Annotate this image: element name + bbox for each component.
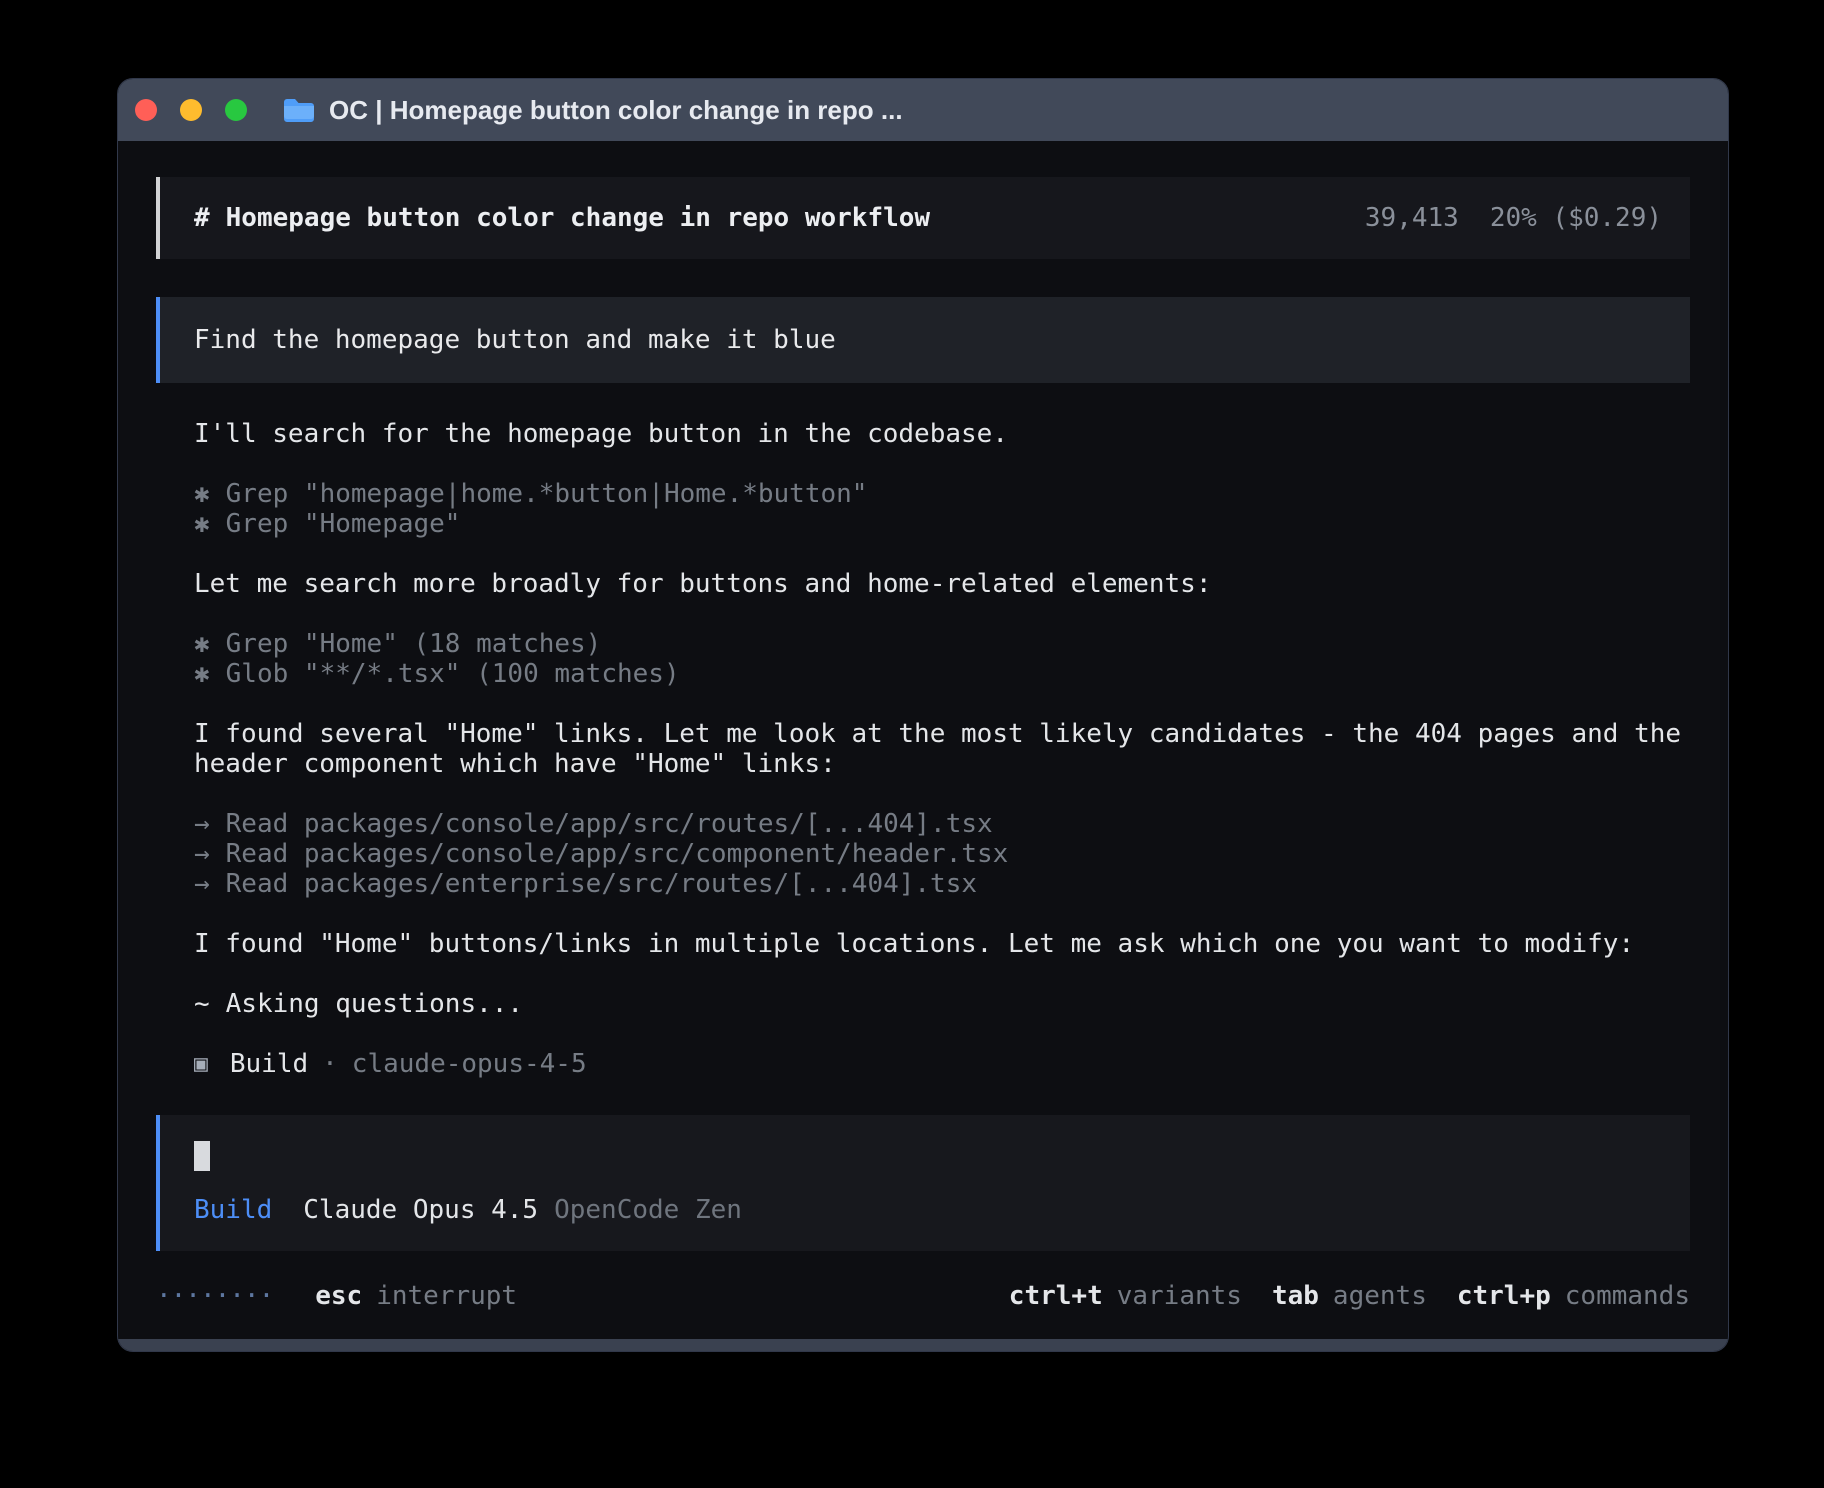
assistant-text: Let me search more broadly for buttons a…	[194, 569, 1690, 599]
input-provider-label: OpenCode Zen	[554, 1195, 742, 1225]
tool-asterisk-icon: ✱	[194, 659, 210, 689]
tool-asterisk-icon: ✱	[194, 629, 210, 659]
session-title: # Homepage button color change in repo wo…	[194, 203, 930, 233]
user-message: Find the homepage button and make it blu…	[156, 297, 1690, 383]
prompt-input[interactable]: Build Claude Opus 4.5 OpenCode Zen	[156, 1115, 1690, 1251]
tool-call-glob: ✱Glob "**/*.tsx" (100 matches)	[194, 659, 1690, 689]
agent-name: Build	[230, 1049, 308, 1079]
separator-dot: ·	[322, 1049, 338, 1079]
arrow-right-icon: →	[194, 839, 210, 869]
tool-call-grep: ✱Grep "Home" (18 matches)	[194, 629, 1690, 659]
close-button[interactable]	[135, 99, 157, 121]
token-count: 39,413	[1365, 203, 1459, 233]
zoom-button[interactable]	[225, 99, 247, 121]
keybind-agents: tabagents	[1272, 1281, 1427, 1311]
session-header: # Homepage button color change in repo wo…	[156, 177, 1690, 259]
user-message-text: Find the homepage button and make it blu…	[194, 325, 836, 355]
session-meta: 39,413 20% ($0.29)	[1365, 203, 1662, 233]
statusbar: ········ escinterrupt ctrl+tvariants tab…	[156, 1281, 1690, 1311]
terminal-content: # Homepage button color change in repo wo…	[118, 141, 1728, 1311]
agent-square-icon: ▣	[194, 1049, 208, 1079]
status-asking-questions: ~Asking questions...	[194, 989, 1690, 1019]
input-meta: Build Claude Opus 4.5 OpenCode Zen	[194, 1195, 1662, 1225]
keybind-commands: ctrl+pcommands	[1457, 1281, 1690, 1311]
tool-call-read: →Read packages/console/app/src/component…	[194, 839, 1690, 869]
keybind-variants: ctrl+tvariants	[1009, 1281, 1242, 1311]
assistant-text: I'll search for the homepage button in t…	[194, 419, 1690, 449]
minimize-button[interactable]	[180, 99, 202, 121]
tilde-icon: ~	[194, 989, 210, 1019]
input-model-label: Claude Opus 4.5	[303, 1195, 538, 1225]
agent-status-line: ▣ Build · claude-opus-4-5	[194, 1049, 1690, 1079]
session-title-text: Homepage button color change in repo wor…	[226, 203, 930, 233]
text-cursor	[194, 1141, 210, 1171]
assistant-text: I found "Home" buttons/links in multiple…	[194, 929, 1690, 959]
arrow-right-icon: →	[194, 869, 210, 899]
keybind-interrupt: escinterrupt	[315, 1281, 517, 1311]
window-title: OC | Homepage button color change in rep…	[329, 95, 903, 126]
assistant-text: I found several "Home" links. Let me loo…	[194, 719, 1690, 779]
context-cost: 20% ($0.29)	[1490, 203, 1662, 233]
folder-icon	[282, 97, 314, 124]
agent-model: claude-opus-4-5	[352, 1049, 587, 1079]
header-hash: #	[194, 203, 210, 233]
tool-call-grep: ✱Grep "homepage|home.*button|Home.*butto…	[194, 479, 1690, 509]
transcript: I'll search for the homepage button in t…	[156, 419, 1690, 1019]
window-bottom-edge	[118, 1339, 1728, 1351]
terminal-window: OC | Homepage button color change in rep…	[117, 78, 1729, 1352]
tool-asterisk-icon: ✱	[194, 479, 210, 509]
progress-dots: ········	[156, 1281, 273, 1311]
tool-call-read: →Read packages/enterprise/src/routes/[..…	[194, 869, 1690, 899]
input-agent-label: Build	[194, 1195, 272, 1225]
input-line[interactable]	[194, 1141, 1662, 1171]
arrow-right-icon: →	[194, 809, 210, 839]
tool-asterisk-icon: ✱	[194, 509, 210, 539]
tool-call-read: →Read packages/console/app/src/routes/[.…	[194, 809, 1690, 839]
tool-call-grep: ✱Grep "Homepage"	[194, 509, 1690, 539]
titlebar[interactable]: OC | Homepage button color change in rep…	[118, 79, 1728, 141]
